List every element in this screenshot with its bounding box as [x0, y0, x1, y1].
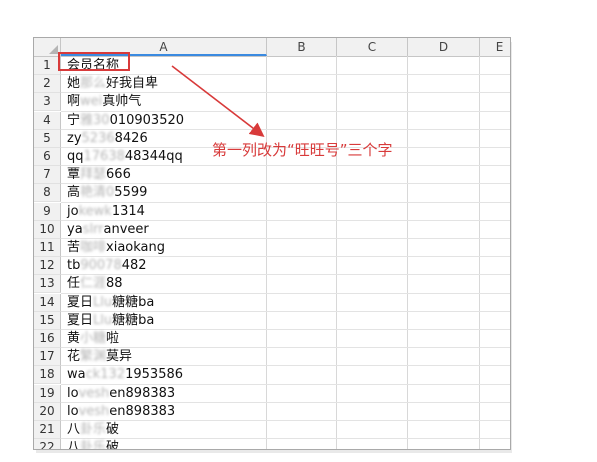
arrow-line	[171, 65, 265, 137]
annotation-arrow	[171, 65, 265, 137]
